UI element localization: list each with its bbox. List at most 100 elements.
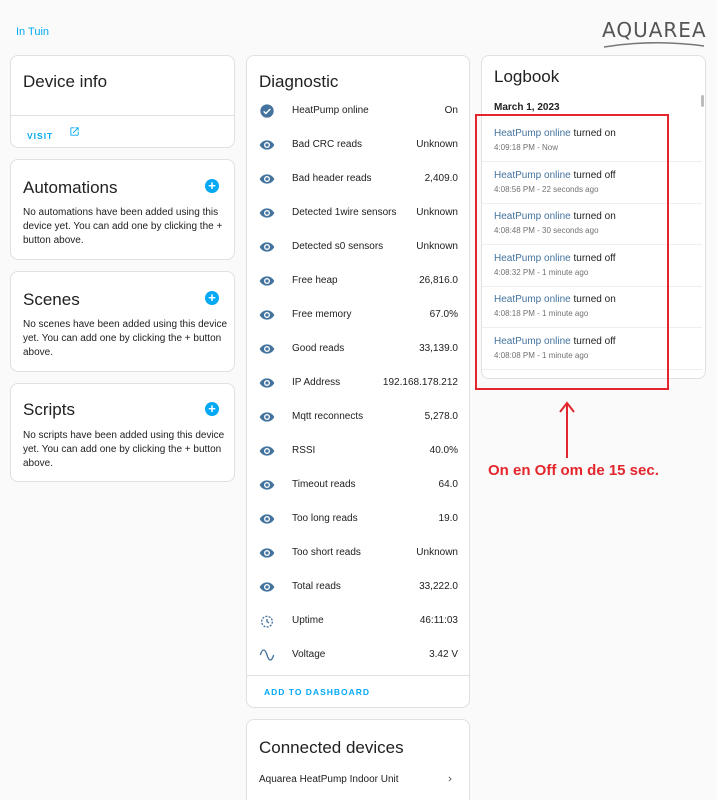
scripts-empty-text: No scripts have been added using this de… <box>23 430 225 469</box>
diagnostic-row[interactable]: HeatPump online On <box>247 96 469 130</box>
add-automation-icon[interactable]: + <box>205 179 219 193</box>
open-in-new-icon <box>70 127 79 136</box>
eye-icon <box>259 239 275 255</box>
add-scene-icon[interactable]: + <box>205 291 219 305</box>
diagnostic-value: 33,139.0 <box>419 343 458 354</box>
diagnostic-label: HeatPump online <box>292 105 369 116</box>
eye-icon <box>259 545 275 561</box>
eye-icon <box>259 273 275 289</box>
scenes-empty-text: No scenes have been added using this dev… <box>23 319 228 358</box>
diagnostic-value: 3.42 V <box>429 649 458 660</box>
diagnostic-row[interactable]: Detected s0 sensors Unknown <box>247 232 469 266</box>
chevron-right-icon <box>448 776 452 782</box>
diagnostic-value: 40.0% <box>429 445 458 456</box>
diagnostic-label: Free memory <box>292 309 352 320</box>
diagnostic-row[interactable]: Too long reads 19.0 <box>247 504 469 538</box>
scenes-card: Scenes + No scenes have been added using… <box>10 271 235 372</box>
diagnostic-label: Bad header reads <box>292 173 372 184</box>
diagnostic-row[interactable]: Bad CRC reads Unknown <box>247 130 469 164</box>
diagnostic-row[interactable]: Bad header reads 2,409.0 <box>247 164 469 198</box>
logo-text: AQUAREA <box>602 18 707 42</box>
add-script-icon[interactable]: + <box>205 402 219 416</box>
annotation-text: On en Off om de 15 sec. <box>488 462 659 479</box>
sine-wave-icon <box>259 647 275 663</box>
device-info-title: Device info <box>23 72 108 91</box>
aquarea-logo: AQUAREA <box>602 18 707 48</box>
diagnostic-row[interactable]: Too short reads Unknown <box>247 538 469 572</box>
diagnostic-card: Diagnostic HeatPump online On Bad CRC read… <box>246 55 470 708</box>
scripts-title: Scripts <box>23 400 75 419</box>
diagnostic-row[interactable]: Mqtt reconnects 5,278.0 <box>247 402 469 436</box>
diagnostic-row[interactable]: Voltage 3.42 V <box>247 640 469 674</box>
diagnostic-label: Total reads <box>292 581 341 592</box>
annotation-highlight-box <box>475 114 669 390</box>
automations-card: Automations + No automations have been a… <box>10 159 235 260</box>
top-bar: In Tuin AQUAREA <box>0 0 717 52</box>
diagnostic-label: IP Address <box>292 377 341 388</box>
diagnostic-value: Unknown <box>416 547 458 558</box>
scenes-title: Scenes <box>23 290 80 309</box>
device-info-card: Device info VISIT <box>10 55 235 148</box>
eye-icon <box>259 137 275 153</box>
diagnostic-value: 64.0 <box>438 479 458 490</box>
diagnostic-label: Detected 1wire sensors <box>292 207 397 218</box>
diagnostic-row[interactable]: Uptime 46:11:03 <box>247 606 469 640</box>
diagnostic-row[interactable]: Free memory 67.0% <box>247 300 469 334</box>
scripts-card: Scripts + No scripts have been added usi… <box>10 383 235 482</box>
visit-button[interactable]: VISIT <box>27 126 79 141</box>
logo-swoosh-icon <box>603 41 705 48</box>
diagnostic-value: 2,409.0 <box>424 173 458 184</box>
connected-device-item[interactable]: Aquarea HeatPump Indoor Unit <box>247 768 469 790</box>
diagnostic-label: Too long reads <box>292 513 358 524</box>
eye-icon <box>259 477 275 493</box>
eye-icon <box>259 409 275 425</box>
visit-label: VISIT <box>27 131 54 141</box>
logbook-scrollbar[interactable] <box>701 95 704 107</box>
add-to-dashboard-button[interactable]: ADD TO DASHBOARD <box>264 687 370 697</box>
diagnostic-value: 33,222.0 <box>419 581 458 592</box>
divider <box>247 675 469 676</box>
eye-icon <box>259 443 275 459</box>
diagnostic-value: 19.0 <box>438 513 458 524</box>
diagnostic-value: 192.168.178.212 <box>382 377 458 388</box>
diagnostic-row[interactable]: Total reads 33,222.0 <box>247 572 469 606</box>
diagnostic-list: HeatPump online On Bad CRC reads Unknown Bad… <box>247 96 469 674</box>
connected-device-name: Aquarea HeatPump Indoor Unit <box>259 774 399 785</box>
diagnostic-value: 26,816.0 <box>419 275 458 286</box>
diagnostic-row[interactable]: Timeout reads 64.0 <box>247 470 469 504</box>
annotation-arrow-icon <box>559 401 575 458</box>
diagnostic-row[interactable]: IP Address 192.168.178.212 <box>247 368 469 402</box>
diagnostic-value: 5,278.0 <box>424 411 458 422</box>
eye-icon <box>259 205 275 221</box>
diagnostic-label: Voltage <box>292 649 326 660</box>
diagnostic-value: On <box>444 105 458 116</box>
eye-icon <box>259 511 275 527</box>
diagnostic-label: Too short reads <box>292 547 361 558</box>
automations-title: Automations <box>23 178 118 197</box>
diagnostic-value: Unknown <box>416 207 458 218</box>
area-link[interactable]: In Tuin <box>16 26 49 38</box>
logbook-date: March 1, 2023 <box>494 102 560 113</box>
diagnostic-label: Free heap <box>292 275 338 286</box>
diagnostic-label: Bad CRC reads <box>292 139 363 150</box>
logbook-title: Logbook <box>494 67 560 86</box>
eye-icon <box>259 375 275 391</box>
eye-icon <box>259 307 275 323</box>
diagnostic-row[interactable]: Good reads 33,139.0 <box>247 334 469 368</box>
diagnostic-value: Unknown <box>416 139 458 150</box>
eye-icon <box>259 171 275 187</box>
diagnostic-value: Unknown <box>416 241 458 252</box>
connected-devices-card: Connected devices Aquarea HeatPump Indoo… <box>246 719 470 800</box>
divider <box>11 115 234 116</box>
diagnostic-row[interactable]: RSSI 40.0% <box>247 436 469 470</box>
diagnostic-row[interactable]: Free heap 26,816.0 <box>247 266 469 300</box>
diagnostic-title: Diagnostic <box>259 72 339 91</box>
diagnostic-row[interactable]: Detected 1wire sensors Unknown <box>247 198 469 232</box>
automations-empty-text: No automations have been added using thi… <box>23 207 223 246</box>
diagnostic-label: Uptime <box>292 615 324 626</box>
diagnostic-label: Good reads <box>292 343 345 354</box>
eye-icon <box>259 341 275 357</box>
diagnostic-label: RSSI <box>292 445 316 456</box>
diagnostic-value: 46:11:03 <box>419 615 458 626</box>
diagnostic-value: 67.0% <box>429 309 458 320</box>
